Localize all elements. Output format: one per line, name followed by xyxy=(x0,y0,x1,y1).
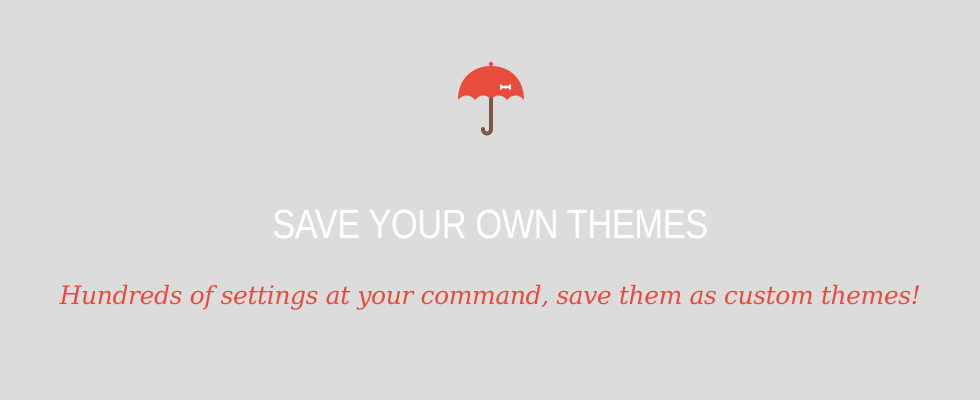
bow-center xyxy=(503,85,508,89)
page-title: SAVE YOUR OWN THEMES xyxy=(272,201,708,248)
umbrella-canopy xyxy=(458,66,524,100)
umbrella-tip xyxy=(488,61,494,67)
feature-description: Hundreds of settings at your command, sa… xyxy=(59,281,921,310)
umbrella-handle xyxy=(481,97,493,136)
umbrella-icon xyxy=(458,61,524,136)
feature-hero: SAVE YOUR OWN THEMES Hundreds of setting… xyxy=(0,0,980,400)
